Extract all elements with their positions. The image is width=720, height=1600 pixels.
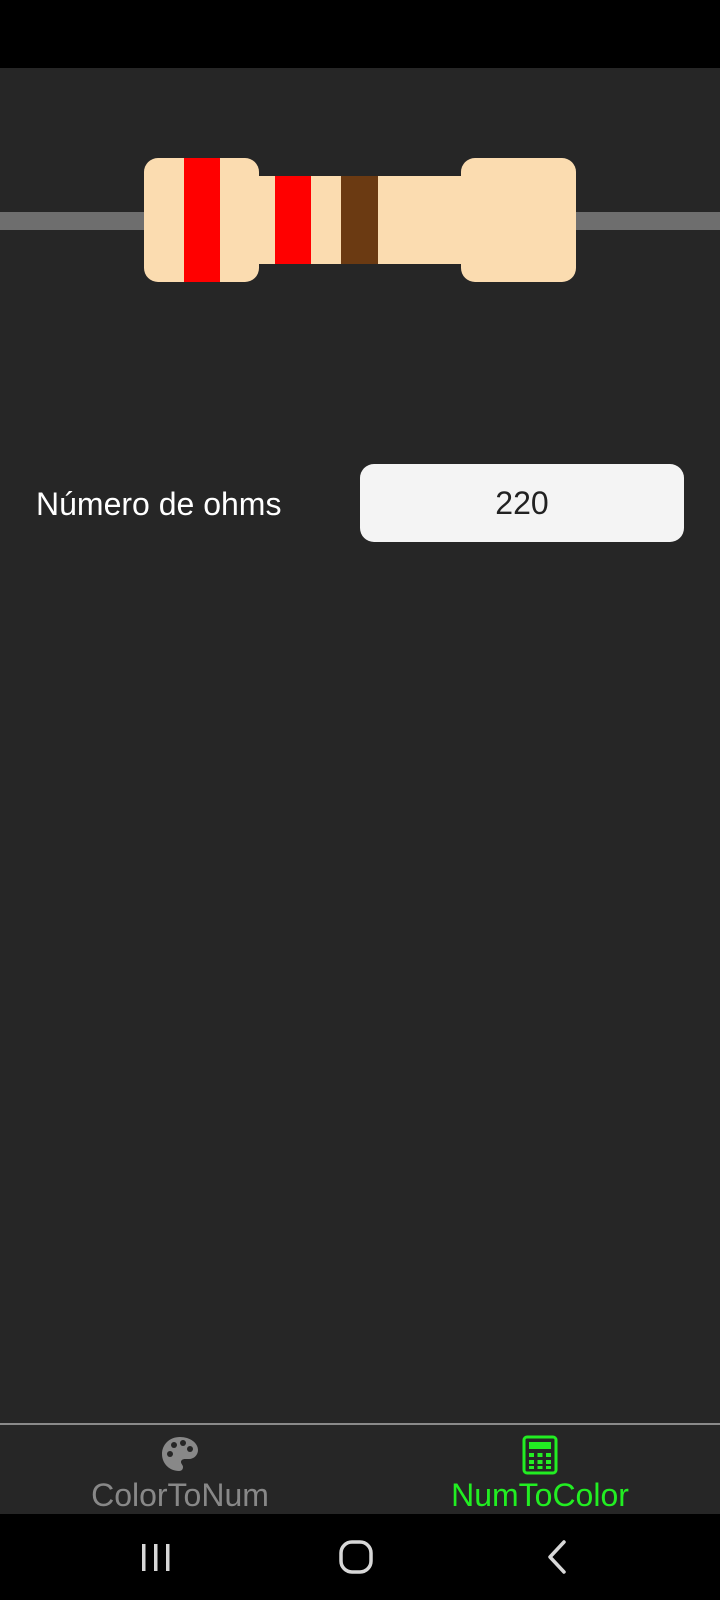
resistor-band-3 [341,176,378,264]
resistor-lead-right [570,212,720,230]
main-content: Número de ohms [0,68,720,1424]
resistor-illustration [0,158,720,282]
tab-label-colortonum: ColorToNum [91,1477,269,1513]
palette-icon [162,1437,198,1471]
resistor-band-2 [275,176,311,264]
tab-label-numtocolor: NumToColor [451,1477,629,1513]
resistor-lead-left [0,212,150,230]
home-icon[interactable] [326,1532,386,1582]
system-nav-bar [0,1514,720,1600]
resistor-band-1 [184,158,220,282]
tab-colortonum[interactable]: ColorToNum [0,1425,360,1514]
bottom-tab-bar: ColorToNum NumToColor [0,1423,720,1514]
resistor-cap-right [461,158,576,282]
recent-apps-icon[interactable] [126,1532,186,1582]
ohms-label: Número de ohms [36,486,282,522]
back-icon[interactable] [528,1532,588,1582]
tab-numtocolor[interactable]: NumToColor [360,1425,720,1514]
ohms-input[interactable] [360,464,684,542]
status-bar [0,0,720,68]
calculator-icon [522,1435,558,1475]
